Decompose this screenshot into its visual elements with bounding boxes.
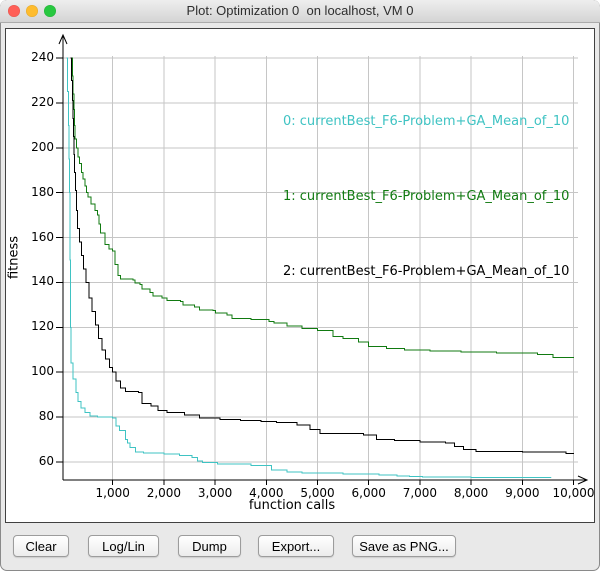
export-button[interactable]: Export...	[258, 535, 334, 557]
chart-legend: 0: currentBest_F6-Problem+GA_Mean_of_10 …	[283, 59, 569, 334]
dump-button[interactable]: Dump	[178, 535, 241, 557]
legend-entry-0: 0: currentBest_F6-Problem+GA_Mean_of_10	[283, 109, 569, 134]
y-tick-label: 200	[20, 140, 54, 154]
plot-window: Plot: Optimization 0 on localhost, VM 0 …	[0, 0, 600, 571]
button-bar: Clear Log/Lin Dump Export... Save as PNG…	[0, 535, 600, 559]
save-as-png-button[interactable]: Save as PNG...	[352, 535, 456, 557]
window-title: Plot: Optimization 0 on localhost, VM 0	[0, 3, 600, 18]
y-tick-label: 140	[20, 274, 54, 288]
x-tick-label: 10,000	[544, 486, 600, 500]
legend-entry-1: 1: currentBest_F6-Problem+GA_Mean_of_10	[283, 184, 569, 209]
y-tick-label: 120	[20, 319, 54, 333]
y-tick-label: 160	[20, 230, 54, 244]
titlebar: Plot: Optimization 0 on localhost, VM 0	[0, 0, 600, 23]
log-lin-button[interactable]: Log/Lin	[88, 535, 159, 557]
clear-button[interactable]: Clear	[13, 535, 69, 557]
x-axis-label: function calls	[232, 498, 352, 513]
y-tick-label: 220	[20, 95, 54, 109]
y-tick-label: 60	[20, 454, 54, 468]
y-tick-label: 180	[20, 185, 54, 199]
y-tick-label: 100	[20, 364, 54, 378]
y-tick-label: 80	[20, 409, 54, 423]
legend-entry-2: 2: currentBest_F6-Problem+GA_Mean_of_10	[283, 259, 569, 284]
y-tick-label: 240	[20, 50, 54, 64]
